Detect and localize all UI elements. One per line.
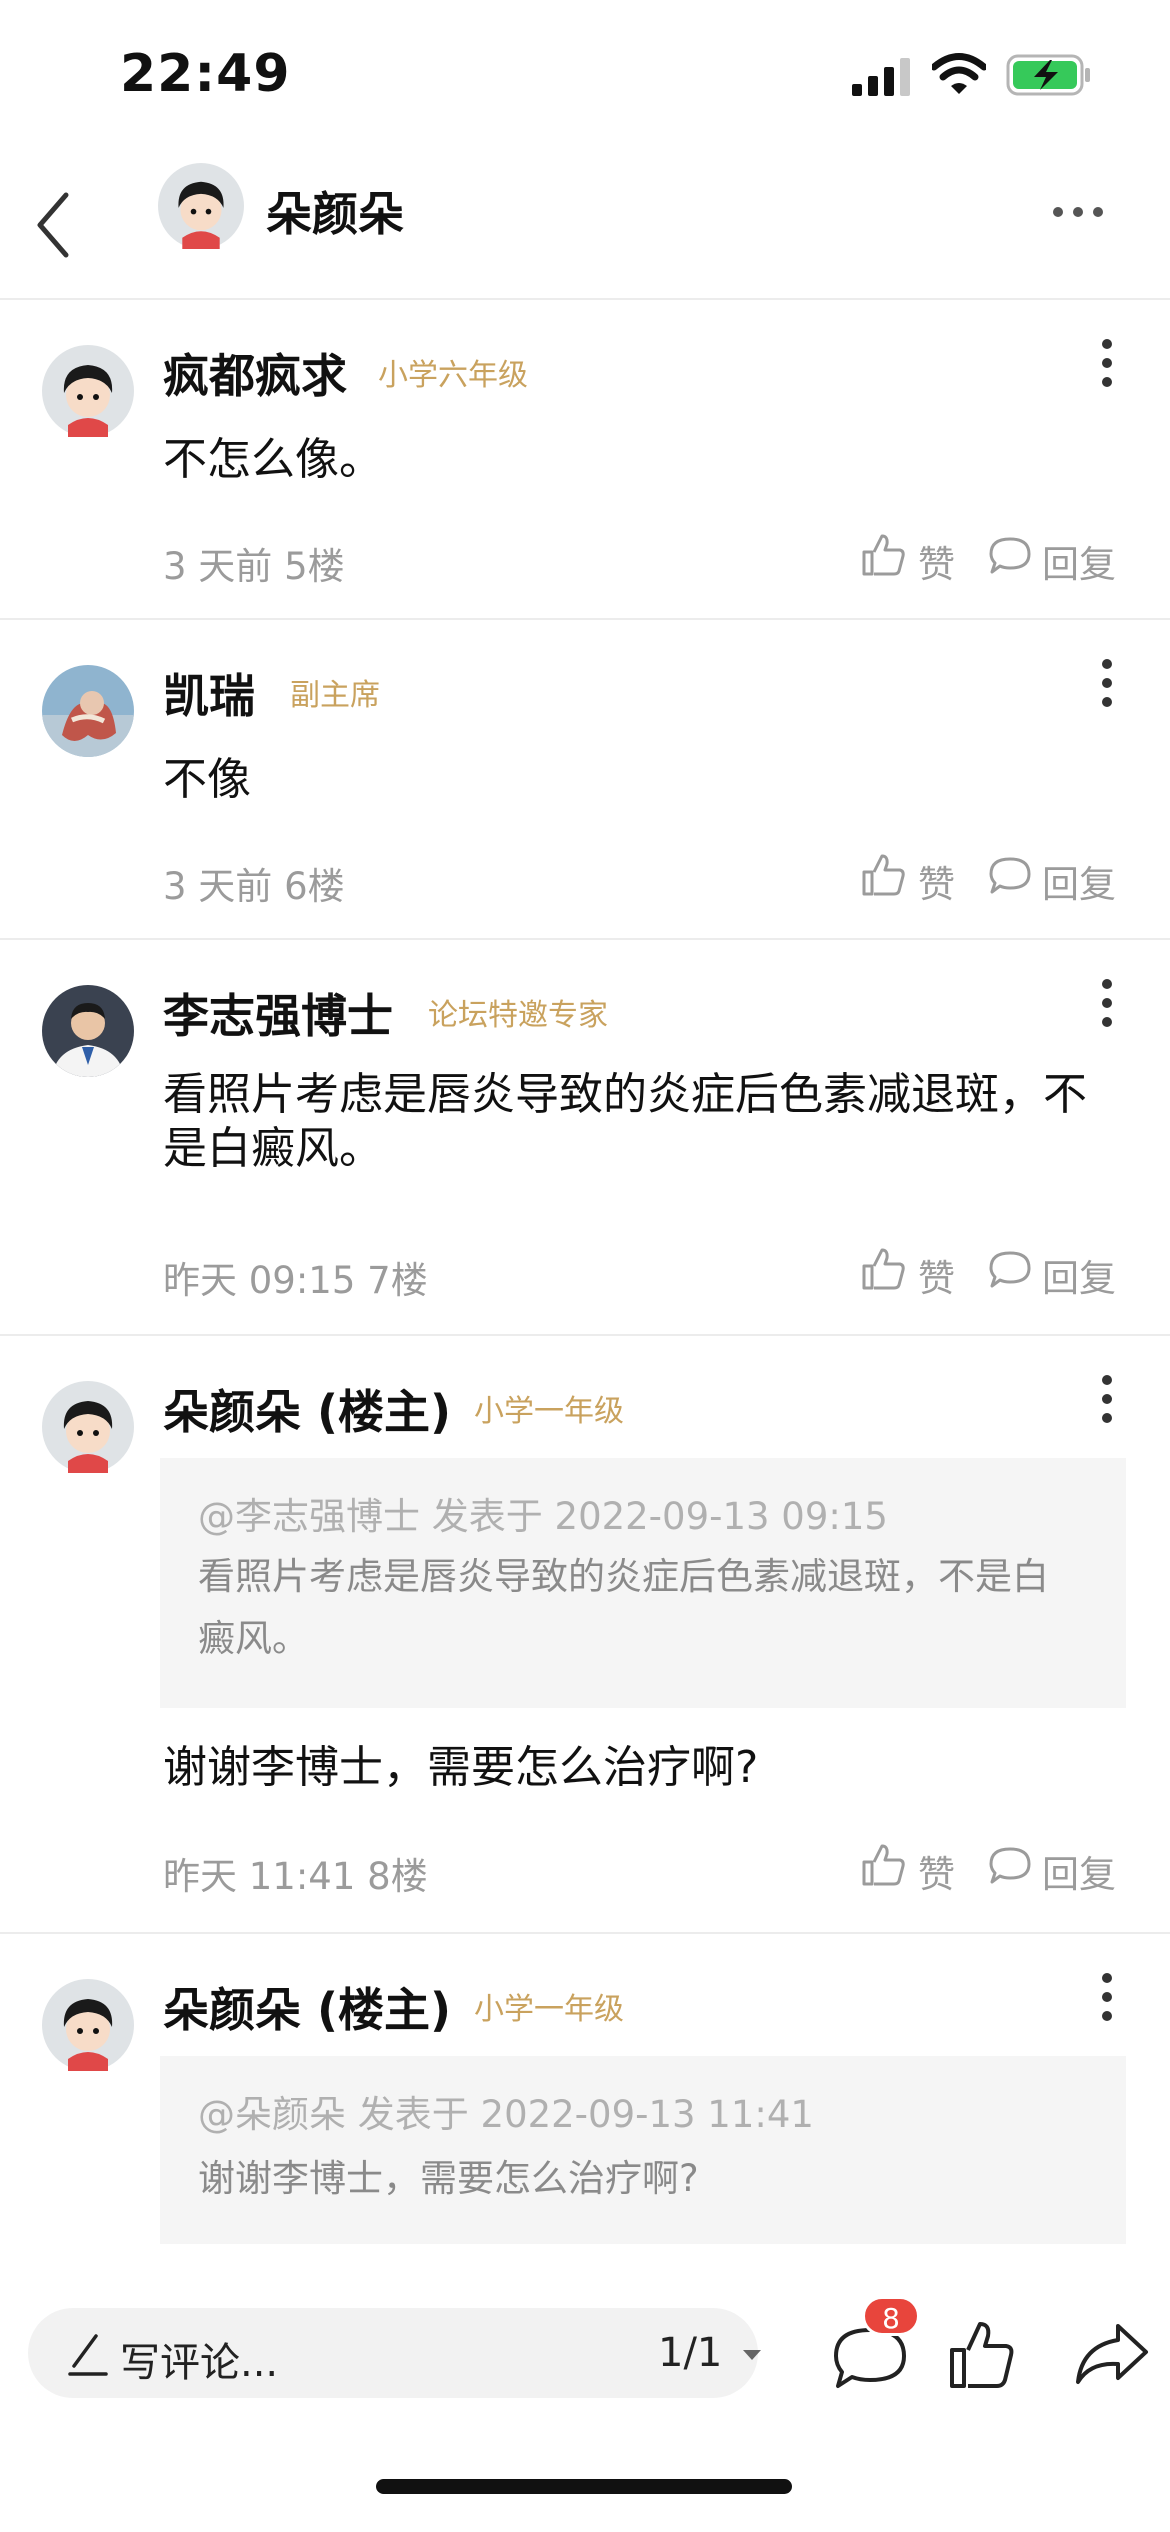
user-level-badge: 小学一年级 xyxy=(474,1992,624,2027)
username[interactable]: 朵颜朵 (楼主) xyxy=(163,1974,451,2040)
page-indicator-label: 1/1 xyxy=(658,2330,723,2376)
quote-text: 谢谢李博士，需要怎么治疗啊? xyxy=(198,2157,699,2200)
comment-count-badge: 8 xyxy=(862,2296,920,2336)
comment-item: 朵颜朵 (楼主) 小学一年级 @朵颜朵 发表于 2022-09-13 11:41… xyxy=(0,1934,1170,2334)
quoted-comment: @李志强博士 发表于 2022-09-13 09:15 看照片考虑是唇炎导致的炎… xyxy=(160,1458,1126,1708)
comment-text: 看照片考虑是唇炎导致的炎症后色素减退斑，不是白癜风。 xyxy=(163,1069,1087,1174)
page: 22:49 朵颜朵 疯都疯求 小学六年级 不怎么像。 3 天前 5楼 赞 回复 … xyxy=(0,0,1170,2532)
like-icon[interactable] xyxy=(860,1842,906,1888)
like-button[interactable]: 赞 xyxy=(918,1248,955,1302)
user-level-badge: 副主席 xyxy=(290,678,380,713)
comment-text: 不怎么像。 xyxy=(163,434,383,485)
username[interactable]: 李志强博士 xyxy=(163,980,393,1046)
comment-meta: 昨天 09:15 7楼 xyxy=(163,1259,428,1302)
page-title: 朵颜朵 xyxy=(266,187,404,241)
wifi-icon xyxy=(932,53,986,94)
kebab-icon[interactable] xyxy=(1098,658,1116,708)
kebab-icon[interactable] xyxy=(1098,1374,1116,1424)
reply-button[interactable]: 回复 xyxy=(1042,854,1116,908)
page-indicator[interactable]: 1/1 xyxy=(658,2330,763,2376)
like-icon[interactable] xyxy=(860,532,906,578)
user-level-badge: 论坛特邀专家 xyxy=(428,998,608,1033)
reply-icon[interactable] xyxy=(988,1250,1032,1290)
comment-placeholder: 写评论... xyxy=(120,2340,279,2386)
comment-text: 不像 xyxy=(163,754,251,805)
kebab-icon[interactable] xyxy=(1098,1972,1116,2022)
quote-text: 看照片考虑是唇炎导致的炎症后色素减退斑，不是白癜风。 xyxy=(198,1555,1049,1660)
quote-header: @朵颜朵 发表于 2022-09-13 11:41 xyxy=(198,2093,814,2136)
comment-item: 李志强博士 论坛特邀专家 看照片考虑是唇炎导致的炎症后色素减退斑，不是白癜风。 … xyxy=(0,940,1170,1336)
status-time: 22:49 xyxy=(120,44,291,104)
comment-actions: 赞 回复 xyxy=(860,848,1120,906)
comment-meta: 昨天 11:41 8楼 xyxy=(163,1855,428,1898)
comment-meta: 3 天前 6楼 xyxy=(163,865,345,908)
user-level-badge: 小学一年级 xyxy=(474,1394,624,1429)
bottom-toolbar: 写评论... 1/1 8 xyxy=(0,2296,1170,2532)
like-button[interactable]: 赞 xyxy=(918,534,955,588)
comment-item: 朵颜朵 (楼主) 小学一年级 @李志强博士 发表于 2022-09-13 09:… xyxy=(0,1336,1170,1934)
battery-icon xyxy=(1006,54,1090,96)
avatar[interactable] xyxy=(42,665,134,757)
reply-icon[interactable] xyxy=(988,856,1032,896)
quote-header: @李志强博士 发表于 2022-09-13 09:15 xyxy=(198,1495,888,1538)
user-level-badge: 小学六年级 xyxy=(378,358,528,393)
comment-actions: 赞 回复 xyxy=(860,1242,1120,1300)
share-icon[interactable] xyxy=(1074,2322,1150,2386)
like-button[interactable]: 赞 xyxy=(918,854,955,908)
avatar[interactable] xyxy=(42,345,134,437)
pen-icon xyxy=(68,2334,108,2376)
avatar[interactable] xyxy=(158,163,244,249)
reply-icon[interactable] xyxy=(988,536,1032,576)
nav-header: 朵颜朵 xyxy=(0,150,1170,300)
comment-actions: 赞 回复 xyxy=(860,1838,1120,1896)
comment-item: 凯瑞 副主席 不像 3 天前 6楼 赞 回复 xyxy=(0,620,1170,940)
avatar[interactable] xyxy=(42,1979,134,2071)
reply-button[interactable]: 回复 xyxy=(1042,534,1116,588)
comment-input[interactable]: 写评论... 1/1 xyxy=(28,2308,762,2398)
username[interactable]: 凯瑞 xyxy=(163,660,255,726)
comment-item: 疯都疯求 小学六年级 不怎么像。 3 天前 5楼 赞 回复 xyxy=(0,300,1170,620)
signal-icon xyxy=(852,58,910,96)
thumb-up-icon[interactable] xyxy=(948,2318,1016,2390)
avatar[interactable] xyxy=(42,1381,134,1473)
caret-down-icon xyxy=(743,2350,762,2360)
home-indicator[interactable] xyxy=(376,2479,792,2494)
username[interactable]: 疯都疯求 xyxy=(163,340,347,406)
reply-icon[interactable] xyxy=(988,1846,1032,1886)
avatar[interactable] xyxy=(42,985,134,1077)
like-button[interactable]: 赞 xyxy=(918,1844,955,1898)
more-icon[interactable] xyxy=(1050,202,1106,222)
comment-meta: 3 天前 5楼 xyxy=(163,545,345,588)
reply-button[interactable]: 回复 xyxy=(1042,1248,1116,1302)
username[interactable]: 朵颜朵 (楼主) xyxy=(163,1376,451,1442)
comment-text: 谢谢李博士，需要怎么治疗啊? xyxy=(163,1742,759,1793)
like-icon[interactable] xyxy=(860,1246,906,1292)
status-bar: 22:49 xyxy=(0,0,1170,150)
kebab-icon[interactable] xyxy=(1098,338,1116,388)
kebab-icon[interactable] xyxy=(1098,978,1116,1028)
quoted-comment: @朵颜朵 发表于 2022-09-13 11:41 谢谢李博士，需要怎么治疗啊? xyxy=(160,2056,1126,2244)
comment-actions: 赞 回复 xyxy=(860,528,1120,586)
reply-button[interactable]: 回复 xyxy=(1042,1844,1116,1898)
back-icon[interactable] xyxy=(30,185,80,265)
like-icon[interactable] xyxy=(860,852,906,898)
